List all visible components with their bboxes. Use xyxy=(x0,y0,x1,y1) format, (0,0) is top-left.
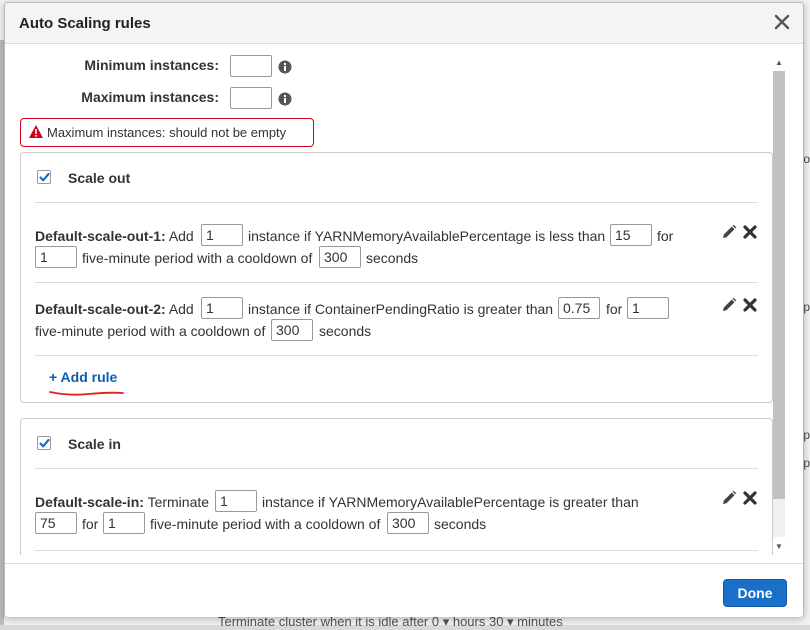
warning-icon xyxy=(29,125,43,138)
info-icon[interactable] xyxy=(278,60,292,74)
auto-scaling-dialog: Auto Scaling rules ▲ ▼ Minimum instances… xyxy=(4,2,804,617)
rule-name: Default-scale-out-2: xyxy=(35,301,166,317)
rule-instance-count-input[interactable] xyxy=(201,224,243,246)
dialog-footer: Done xyxy=(5,563,803,617)
scale-in-title: Scale in xyxy=(68,436,121,452)
close-button[interactable] xyxy=(771,11,793,33)
rule-periods-input[interactable] xyxy=(627,297,669,319)
rule-seconds-text: seconds xyxy=(434,516,487,532)
alert-message: Maximum instances: should not be empty xyxy=(47,125,287,140)
divider xyxy=(35,355,758,356)
background-fragment: o xyxy=(803,152,810,166)
divider xyxy=(35,550,758,551)
add-rule-link[interactable]: + Add rule xyxy=(49,369,117,385)
scale-out-title: Scale out xyxy=(68,170,131,186)
rule-name: Default-scale-out-1: xyxy=(35,228,166,244)
rule-cooldown-input[interactable] xyxy=(319,246,361,268)
rule-period-text: five-minute period with a cooldown of xyxy=(150,516,381,532)
rule-text: Default-scale-in: Terminate xyxy=(35,494,209,510)
background-fragment: p xyxy=(803,300,810,314)
rule-threshold-input[interactable] xyxy=(558,297,600,319)
divider xyxy=(35,202,758,203)
scale-out-checkbox[interactable] xyxy=(37,170,51,184)
validation-error-alert: Maximum instances: should not be empty xyxy=(20,118,314,147)
rule-threshold-input[interactable] xyxy=(35,512,77,534)
done-button[interactable]: Done xyxy=(723,579,787,607)
checkmark-icon xyxy=(39,172,50,182)
rule-condition-text: instance if YARNMemoryAvailablePercentag… xyxy=(262,494,639,510)
background-fragment: p xyxy=(803,456,810,470)
rule-verb: Add xyxy=(168,301,194,317)
rule-text: Default-scale-out-2: Add xyxy=(35,301,194,317)
scrollbar[interactable]: ▲ ▼ xyxy=(773,57,785,553)
rule-for-text: for xyxy=(657,228,674,244)
rule-for-text: for xyxy=(606,301,623,317)
max-instances-label: Maximum instances: xyxy=(81,89,219,105)
checkmark-icon xyxy=(39,438,50,448)
rule-cooldown-input[interactable] xyxy=(271,319,313,341)
edit-pencil-icon[interactable] xyxy=(721,224,737,240)
min-instances-input[interactable] xyxy=(230,55,272,77)
rule-threshold-input[interactable] xyxy=(610,224,652,246)
scale-out-panel: Scale out Default-scale-out-1: Add insta… xyxy=(20,152,773,403)
scroll-down-arrow-icon[interactable]: ▼ xyxy=(773,541,785,553)
max-instances-input[interactable] xyxy=(230,87,272,109)
divider xyxy=(35,468,758,469)
rule-period-text: five-minute period with a cooldown of xyxy=(35,323,266,339)
scale-in-panel: Scale in Default-scale-in: Terminate ins… xyxy=(20,418,773,555)
edit-pencil-icon[interactable] xyxy=(721,297,737,313)
delete-x-icon[interactable] xyxy=(742,297,758,313)
scroll-thumb[interactable] xyxy=(773,71,785,499)
dialog-title: Auto Scaling rules xyxy=(19,15,151,32)
rule-verb: Terminate xyxy=(147,494,210,510)
rule-seconds-text: seconds xyxy=(319,323,372,339)
rule-instance-count-input[interactable] xyxy=(201,297,243,319)
dialog-body: ▲ ▼ Minimum instances: Maximum instances… xyxy=(5,45,803,555)
annotation-underline xyxy=(49,391,124,396)
rule-text: Default-scale-out-1: Add xyxy=(35,228,194,244)
divider xyxy=(35,282,758,283)
scale-in-checkbox[interactable] xyxy=(37,436,51,450)
rule-period-text: five-minute period with a cooldown of xyxy=(82,250,313,266)
close-icon xyxy=(774,14,790,30)
background-fragment: p xyxy=(803,428,810,442)
rule-for-text: for xyxy=(82,516,99,532)
edit-pencil-icon[interactable] xyxy=(721,490,737,506)
rule-instance-count-input[interactable] xyxy=(215,490,257,512)
delete-x-icon[interactable] xyxy=(742,224,758,240)
delete-x-icon[interactable] xyxy=(742,490,758,506)
min-instances-label: Minimum instances: xyxy=(84,57,219,73)
rule-verb: Add xyxy=(168,228,194,244)
info-icon[interactable] xyxy=(278,92,292,106)
rule-seconds-text: seconds xyxy=(366,250,419,266)
rule-periods-input[interactable] xyxy=(35,246,77,268)
rule-cooldown-input[interactable] xyxy=(387,512,429,534)
rule-condition-text: instance if YARNMemoryAvailablePercentag… xyxy=(248,228,606,244)
rule-condition-text: instance if ContainerPendingRatio is gre… xyxy=(248,301,554,317)
dialog-header: Auto Scaling rules xyxy=(5,3,803,44)
rule-name: Default-scale-in: xyxy=(35,494,144,510)
rule-periods-input[interactable] xyxy=(103,512,145,534)
scroll-up-arrow-icon[interactable]: ▲ xyxy=(773,57,785,69)
